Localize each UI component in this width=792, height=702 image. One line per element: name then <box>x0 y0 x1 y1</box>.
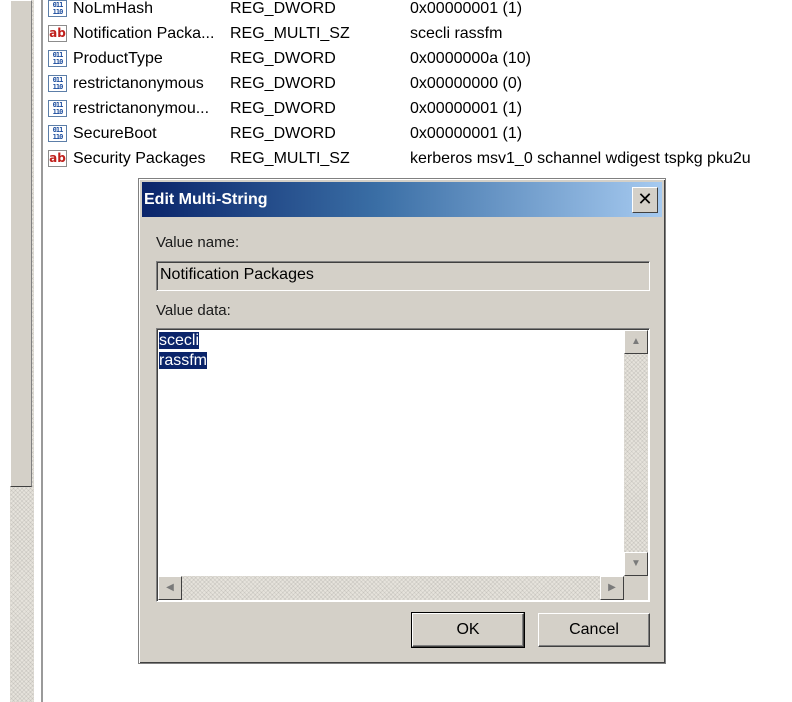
registry-value-list: 011 110 NoLmHash REG_DWORD 0x00000001 (1)… <box>48 0 792 171</box>
value-type: REG_DWORD <box>230 50 336 67</box>
tree-scrollbar-thumb[interactable] <box>10 0 32 487</box>
dialog-titlebar[interactable]: Edit Multi-String ✕ <box>142 182 662 217</box>
binary-value-icon: 011 110 <box>48 125 67 142</box>
value-name: Notification Packa... <box>73 25 215 42</box>
value-data: 0x00000001 (1) <box>410 100 523 117</box>
value-data-textarea[interactable]: scecli rassfm ▲ ▼ ◀ ▶ <box>156 328 650 602</box>
scroll-up-button[interactable]: ▲ <box>624 330 648 354</box>
value-type: REG_DWORD <box>230 0 336 17</box>
value-type: REG_DWORD <box>230 100 336 117</box>
value-type: REG_MULTI_SZ <box>230 150 350 167</box>
pane-splitter[interactable] <box>41 0 43 702</box>
arrow-right-icon: ▶ <box>608 582 616 593</box>
value-name-label: Value name: <box>156 234 240 251</box>
value-data-line: rassfm <box>159 351 207 371</box>
scroll-left-button[interactable]: ◀ <box>158 576 182 600</box>
cancel-button[interactable]: Cancel <box>538 613 650 647</box>
vertical-scrollbar[interactable]: ▲ ▼ <box>624 330 648 576</box>
ok-button[interactable]: OK <box>411 612 525 648</box>
value-type: REG_DWORD <box>230 75 336 92</box>
registry-value-row[interactable]: 011 110 NoLmHash REG_DWORD 0x00000001 (1) <box>48 0 792 21</box>
value-data-label: Value data: <box>156 302 231 319</box>
scrollbar-corner <box>624 576 648 600</box>
arrow-down-icon: ▼ <box>631 558 641 569</box>
registry-value-row[interactable]: 011 110 restrictanonymous REG_DWORD 0x000… <box>48 71 792 96</box>
value-name: restrictanonymou... <box>73 100 210 117</box>
binary-value-icon: 011 110 <box>48 0 67 17</box>
value-name: restrictanonymous <box>73 75 204 92</box>
value-data: kerberos msv1_0 schannel wdigest tspkg p… <box>410 150 751 167</box>
selected-text: rassfm <box>159 352 207 369</box>
registry-value-row[interactable]: 011 110 ProductType REG_DWORD 0x0000000a … <box>48 46 792 71</box>
registry-value-row[interactable]: ab Notification Packa... REG_MULTI_SZ sc… <box>48 21 792 46</box>
scroll-right-button[interactable]: ▶ <box>600 576 624 600</box>
value-name: NoLmHash <box>73 0 154 17</box>
value-type: REG_MULTI_SZ <box>230 25 350 42</box>
value-data: 0x00000001 (1) <box>410 125 523 142</box>
arrow-left-icon: ◀ <box>166 582 174 593</box>
dialog-title: Edit Multi-String <box>144 191 268 208</box>
value-name-field: Notification Packages <box>156 261 650 291</box>
registry-value-row[interactable]: ab Security Packages REG_MULTI_SZ kerber… <box>48 146 792 171</box>
selected-text: scecli <box>159 332 200 349</box>
horizontal-scrollbar[interactable]: ◀ ▶ <box>158 576 624 600</box>
binary-value-icon: 011 110 <box>48 100 67 117</box>
value-name: ProductType <box>73 50 163 67</box>
string-value-icon: ab <box>48 150 67 167</box>
binary-value-icon: 011 110 <box>48 50 67 67</box>
value-name: Security Packages <box>73 150 206 167</box>
registry-value-row[interactable]: 011 110 restrictanonymou... REG_DWORD 0x0… <box>48 96 792 121</box>
value-data: 0x00000001 (1) <box>410 0 523 17</box>
value-data-text[interactable]: scecli rassfm <box>159 331 207 371</box>
registry-value-row[interactable]: 011 110 SecureBoot REG_DWORD 0x00000001 (… <box>48 121 792 146</box>
value-data: scecli rassfm <box>410 25 503 42</box>
close-icon: ✕ <box>637 189 653 209</box>
value-name: SecureBoot <box>73 125 157 142</box>
string-value-icon: ab <box>48 25 67 42</box>
close-button[interactable]: ✕ <box>632 187 658 213</box>
value-data-line: scecli <box>159 331 207 351</box>
arrow-up-icon: ▲ <box>631 336 641 347</box>
scroll-down-button[interactable]: ▼ <box>624 552 648 576</box>
value-type: REG_DWORD <box>230 125 336 142</box>
binary-value-icon: 011 110 <box>48 75 67 92</box>
value-data: 0x00000000 (0) <box>410 75 523 92</box>
value-data: 0x0000000a (10) <box>410 50 531 67</box>
edit-multi-string-dialog: Edit Multi-String ✕ Value name: Notifica… <box>138 178 666 664</box>
